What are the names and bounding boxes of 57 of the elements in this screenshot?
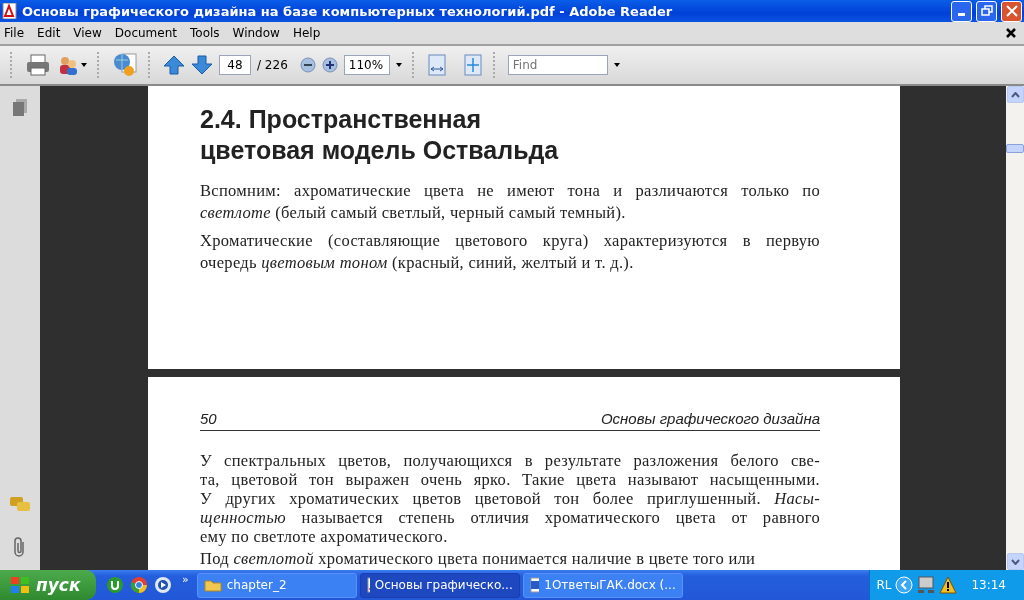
warning-icon[interactable] [939,576,958,594]
dropdown-icon[interactable] [613,63,620,67]
more-toggle[interactable]: » [182,573,189,586]
restore-button[interactable] [976,0,997,22]
menu-item[interactable]: View [73,26,109,40]
print-button[interactable] [25,53,51,77]
zoom-out-button[interactable] [299,57,316,73]
close-icon[interactable] [1005,5,1018,17]
minimize-button[interactable] [951,0,972,22]
paragraph: У спектральных цветов, получающихся в результате разложения белого све- та, цветовой тон выражен очень ярко. Такие цвета называют насыщенными. У других хроматических цветов цветовой тон более приглушенный. Насы- щенностью называется степень отличия хроматического цвета от равного ему по светлоте ахроматического. [200,451,820,546]
scroll-down-button[interactable] [1006,553,1024,570]
zoom-field[interactable]: 110% [343,55,390,75]
zoom-in-button[interactable] [321,57,338,73]
fit-width-button[interactable] [426,54,447,76]
network-icon[interactable] [917,576,936,594]
scroll-up-button[interactable] [1006,86,1024,103]
taskbar-task[interactable]: chapter_2 [196,572,357,598]
window-title: Основы графического дизайна на базе компьютерных технологий.pdf - Adobe Reader [22,3,674,19]
taskbar-task[interactable]: Основы графическо... [359,572,520,598]
clock: 13:14 [971,578,1006,592]
folder-icon [203,578,222,592]
dropdown-icon[interactable] [395,63,402,67]
media-player-icon[interactable] [154,576,172,594]
close-button[interactable] [1001,0,1022,22]
taskbar-task[interactable]: 1ОтветыГАК.docx (... [522,572,683,598]
previous-page-button[interactable] [163,55,185,75]
pdf-app-icon [2,3,18,19]
browser-app-icon[interactable] [130,576,148,594]
close-document-icon[interactable] [1006,28,1016,38]
scroll-thumb[interactable] [1006,143,1024,153]
paragraph: Под светлотой хроматического цвета понимается наличие в цвете того или [200,549,757,568]
globe-button[interactable] [112,52,138,78]
menu-item[interactable]: Tools [190,26,227,40]
next-page-button[interactable] [191,55,213,75]
section-heading: 2.4. Пространственная цветовая модель Оствальда [200,104,560,166]
chevron-left-icon[interactable] [895,576,914,594]
running-title: Основы графического дизайна [600,410,820,427]
start-button[interactable]: пуск [0,570,96,600]
collaborate-button[interactable] [57,54,87,76]
pages-icon[interactable] [12,98,28,116]
menu-item[interactable]: Window [232,26,287,40]
restore-icon[interactable] [980,5,993,17]
dropdown-icon[interactable] [81,63,87,67]
page-number-field[interactable]: 48 [219,55,251,75]
menu-item[interactable]: Edit [37,26,68,40]
menu-item[interactable]: Document [114,26,184,40]
menu-item[interactable]: Help [292,26,328,40]
paragraph: Хроматические (составляющие цветового круга) характеризуются в первую очередь цветовым тоном (красный, синий, желтый и т. д.). [200,230,820,274]
page-total: / 226 [257,58,288,72]
attachment-icon[interactable] [13,536,27,558]
chevron-up-icon[interactable] [1010,91,1020,98]
menu-item[interactable]: File [4,26,32,40]
find-field[interactable]: Find [507,55,608,75]
torrent-app-icon[interactable] [106,576,124,594]
paragraph: Вспомним: ахроматические цвета не имеют тона и различаются только по светлоте (белый самый светлый, черный самый темный). [200,180,820,224]
chevron-down-icon[interactable] [1010,558,1020,565]
page-number: 50 [200,410,217,427]
